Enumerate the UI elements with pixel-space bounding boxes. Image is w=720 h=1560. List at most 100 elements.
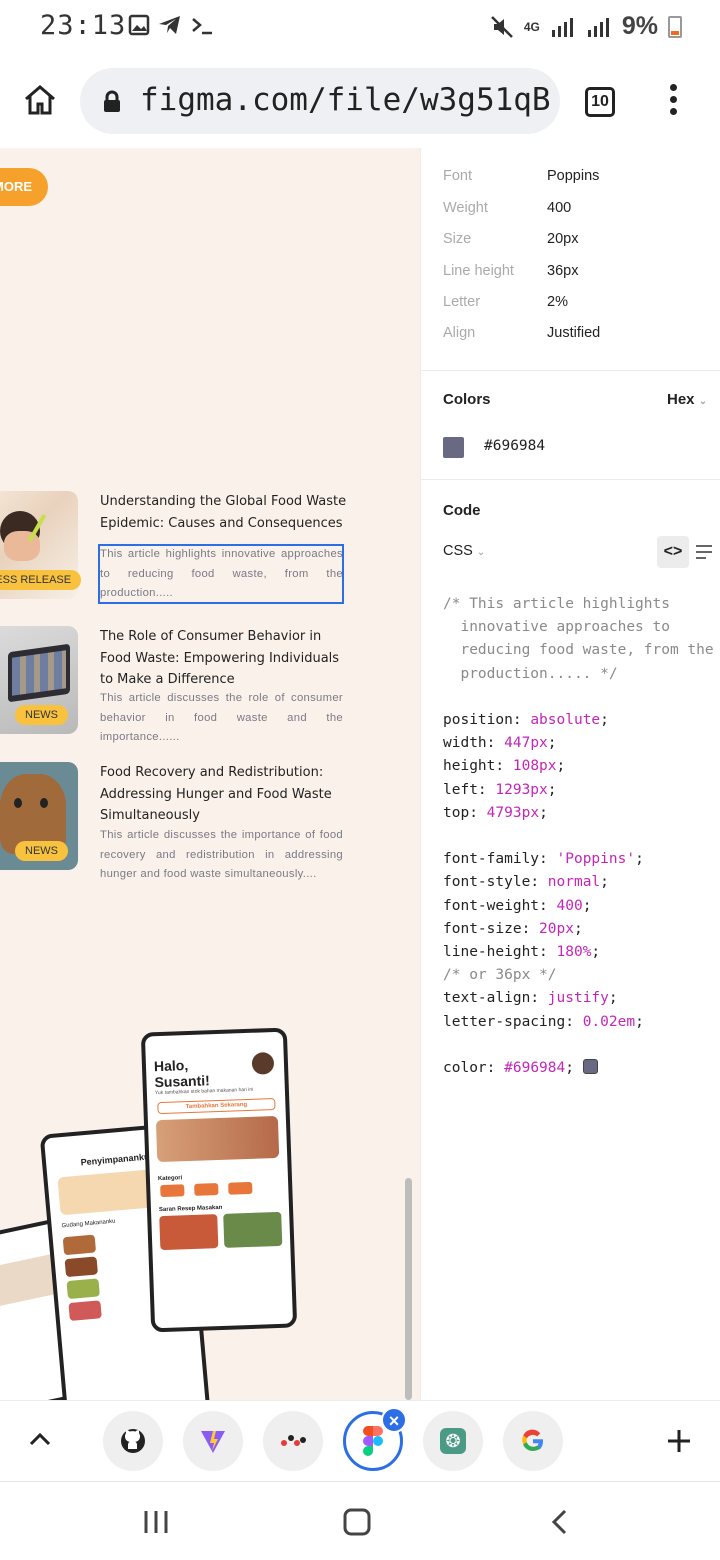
battery-icon	[668, 15, 682, 38]
css-val: 'Poppins'	[556, 851, 636, 868]
css-val: 0.02em	[582, 1013, 636, 1030]
chevron-down-icon: ⌄	[476, 547, 486, 558]
color-hex-value[interactable]: #696984	[484, 438, 545, 454]
code-language-dropdown[interactable]: CSS ⌄	[443, 543, 485, 559]
css-prop: height	[443, 758, 496, 775]
typography-row: Line height 36px	[443, 263, 579, 279]
close-tab-icon[interactable]: ×	[381, 1407, 407, 1433]
chatgpt-icon: ❂	[440, 1428, 466, 1454]
typography-row: Size 20px	[443, 231, 579, 247]
typography-row: Align Justified	[443, 325, 601, 341]
css-prop: letter-spacing	[443, 1013, 566, 1030]
more-options-icon[interactable]	[665, 84, 681, 120]
css-prop: color	[443, 1060, 487, 1077]
signal-icon	[551, 17, 573, 37]
browser-toolbar: figma.com/file/w3g51qB 10	[0, 56, 720, 148]
network-type: 4G	[523, 19, 540, 34]
css-val: 447px	[504, 735, 548, 752]
home-icon[interactable]	[22, 82, 58, 118]
typography-row: Letter 2%	[443, 294, 568, 310]
css-prop: font-weight	[443, 897, 540, 914]
css-val: 1293px	[495, 781, 548, 798]
lock-icon	[104, 90, 120, 112]
chevron-down-icon: ⌄	[698, 396, 708, 407]
new-tab-icon[interactable]	[666, 1428, 692, 1454]
css-val: #696984	[504, 1060, 566, 1077]
code-header: Code	[443, 502, 481, 519]
css-val: justify	[547, 990, 609, 1007]
list-view-icon[interactable]	[695, 545, 713, 559]
signal-icon-2	[587, 17, 609, 37]
article-badge: NEWS	[15, 705, 68, 725]
css-prop: top	[443, 804, 470, 821]
app-tab[interactable]	[263, 1411, 323, 1471]
css-comment: /* or 36px */	[443, 967, 557, 984]
figma-icon	[363, 1426, 383, 1456]
phone-mockup-front: Halo, Susanti! Yuk tambahkan stok bahan …	[140, 1027, 298, 1333]
google-icon	[522, 1429, 543, 1451]
google-tab[interactable]	[503, 1411, 563, 1471]
css-val: 4793px	[486, 804, 540, 821]
css-val: 180%	[556, 944, 592, 961]
code-comment: /* This article highlights innovative ap…	[443, 596, 714, 682]
tab-switcher-button[interactable]: 10	[585, 87, 615, 117]
typography-row: Weight 400	[443, 200, 572, 216]
more-button[interactable]: MORE	[0, 168, 48, 206]
terminal-icon	[192, 18, 212, 35]
css-val: 108px	[512, 758, 557, 775]
css-prop: width	[443, 735, 487, 752]
divider	[421, 370, 720, 371]
css-val: normal	[547, 874, 601, 891]
article-title: The Role of Consumer Behavior in Food Wa…	[100, 629, 340, 687]
gallery-icon	[128, 14, 150, 36]
status-bar: 23:13 4G 9%	[0, 0, 720, 56]
status-time: 23:13	[40, 10, 127, 41]
vite-tab[interactable]	[183, 1411, 243, 1471]
colors-header: Colors	[443, 391, 491, 408]
mute-icon	[490, 15, 513, 38]
css-val: absolute	[530, 712, 601, 728]
article-title: Understanding the Global Food Waste Epid…	[100, 494, 347, 531]
article-description: This article discusses the importance of…	[100, 829, 343, 880]
home-nav-icon[interactable]	[343, 1508, 371, 1536]
article-badge: NEWS	[15, 841, 68, 861]
canvas-scrollbar[interactable]	[405, 1178, 412, 1400]
css-val: 400	[556, 897, 583, 914]
color-format-label: Hex	[667, 391, 695, 408]
color-swatch[interactable]	[443, 437, 464, 458]
color-format-dropdown[interactable]: Hex ⌄	[667, 391, 707, 408]
css-prop: line-height	[443, 944, 540, 961]
divider	[421, 479, 720, 480]
github-icon	[121, 1429, 145, 1453]
github-tab[interactable]	[103, 1411, 163, 1471]
system-nav-bar	[0, 1481, 720, 1560]
address-bar[interactable]: figma.com/file/w3g51qB	[80, 68, 560, 134]
back-icon[interactable]	[550, 1509, 568, 1535]
figma-canvas[interactable]: MORE PRESS RELEASE Understanding the Glo…	[0, 148, 420, 1400]
typography-row: Font Poppins	[443, 168, 600, 184]
chatgpt-tab[interactable]: ❂	[423, 1411, 483, 1471]
inspect-panel: Font Poppins Weight 400 Size 20px Line heig…	[420, 148, 720, 1400]
mockup-cta-button: Tambahkan Sekarang	[157, 1097, 276, 1115]
code-view-toggle[interactable]: <>	[657, 536, 689, 568]
dots-icon	[281, 1435, 306, 1446]
css-prop: font-style	[443, 874, 531, 891]
css-prop: left	[443, 781, 478, 798]
battery-percent: 9%	[621, 12, 658, 40]
selected-layer-outline	[98, 544, 344, 604]
color-swatch-inline	[582, 1059, 598, 1075]
chevron-up-icon[interactable]	[28, 1431, 52, 1447]
css-prop: position	[443, 712, 513, 728]
browser-tab-strip: × ❂	[0, 1400, 720, 1480]
recent-apps-icon[interactable]	[143, 1509, 169, 1535]
css-prop: font-size	[443, 920, 522, 937]
css-val: 20px	[539, 920, 574, 937]
article-title: Food Recovery and Redistribution: Addres…	[100, 765, 332, 823]
telegram-icon	[159, 16, 180, 34]
css-prop: font-family	[443, 851, 540, 868]
article-description: This article discusses the role of consu…	[100, 692, 343, 743]
code-language-label: CSS	[443, 543, 473, 559]
vite-icon	[201, 1431, 225, 1453]
css-prop: text-align	[443, 990, 531, 1007]
css-code-block[interactable]: position: absolute; width: 447px; height…	[443, 709, 644, 1080]
